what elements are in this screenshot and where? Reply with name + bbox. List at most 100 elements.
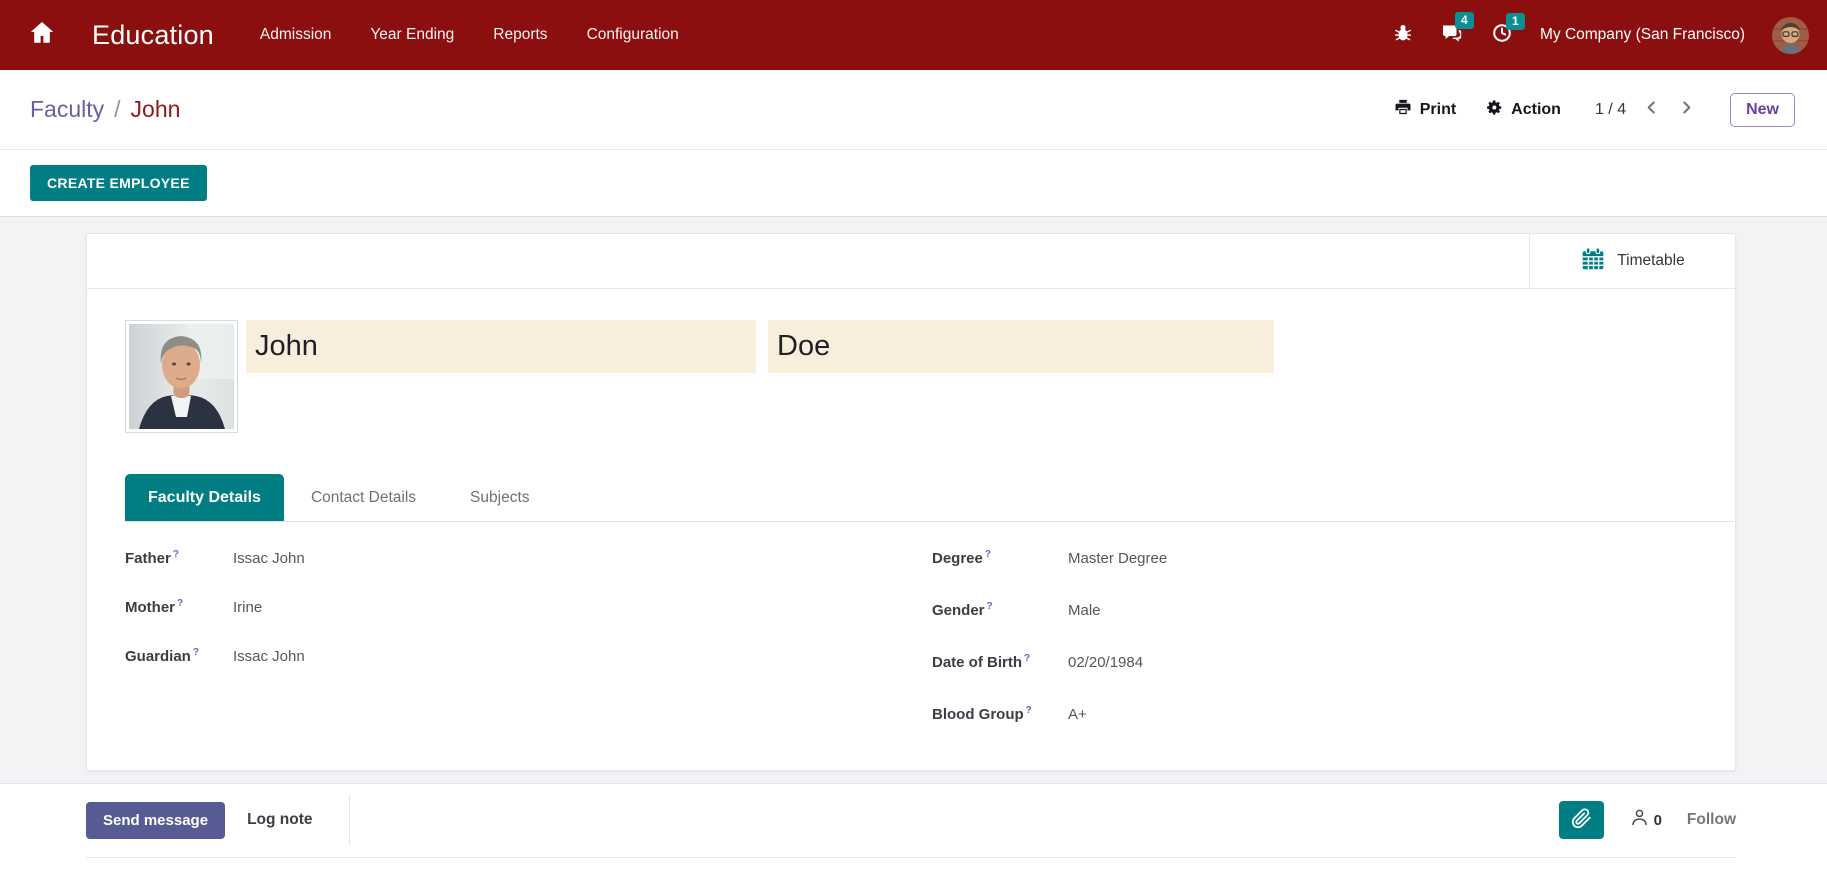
pager-previous-button[interactable] [1642, 98, 1661, 122]
tab-contact-details[interactable]: Contact Details [284, 474, 443, 521]
field-row-guardian: Guardian? Issac John [125, 647, 932, 666]
form-sheet: John Doe Faculty Details Contact Details… [87, 289, 1735, 757]
last-name-input[interactable]: Doe [768, 320, 1274, 373]
followers-person-icon [1629, 807, 1650, 833]
faculty-form-card: Timetable [86, 233, 1736, 771]
main-menu: Admission Year Ending Reports Configurat… [260, 26, 679, 44]
field-row-gender: Gender? Male [932, 601, 1167, 620]
help-icon: ? [173, 549, 179, 560]
chevron-right-icon [1679, 100, 1694, 120]
attach-files-button[interactable] [1559, 801, 1604, 839]
guardian-value[interactable]: Issac John [233, 648, 305, 665]
followers-button[interactable]: 0 [1629, 807, 1662, 833]
tab-subjects[interactable]: Subjects [443, 474, 556, 521]
debug-button[interactable] [1393, 23, 1413, 48]
chatter-toolbar: Send message Log note [86, 794, 1736, 858]
blood-group-value[interactable]: A+ [1068, 706, 1087, 723]
calendar-icon [1580, 246, 1606, 277]
degree-label: Degree? [932, 550, 991, 567]
activities-button[interactable]: 1 [1491, 22, 1513, 49]
breadcrumb-faculty-link[interactable]: Faculty [30, 96, 104, 123]
print-label: Print [1420, 101, 1456, 119]
app-name[interactable]: Education [92, 20, 214, 51]
degree-value[interactable]: Master Degree [1068, 550, 1167, 567]
messages-badge: 4 [1455, 12, 1474, 29]
home-icon [28, 19, 56, 52]
help-icon: ? [985, 549, 991, 560]
blood-group-label: Blood Group? [932, 706, 1032, 723]
help-icon: ? [193, 647, 199, 658]
menu-configuration[interactable]: Configuration [587, 26, 679, 44]
first-name-input[interactable]: John [246, 320, 756, 373]
menu-admission[interactable]: Admission [260, 26, 332, 44]
fields-left-column: Father? Issac John Mother? Irine Guardia… [125, 549, 932, 757]
followers-count: 0 [1654, 812, 1662, 829]
faculty-photo[interactable] [125, 320, 238, 433]
print-button[interactable]: Print [1394, 98, 1456, 121]
main-content: Timetable [0, 217, 1827, 783]
mother-value[interactable]: Irine [233, 599, 262, 616]
pager: 1 / 4 [1595, 98, 1696, 122]
chatter-compose-buttons: Send message Log note [86, 794, 350, 846]
activities-badge: 1 [1506, 13, 1525, 30]
timetable-label: Timetable [1617, 252, 1684, 270]
action-button[interactable]: Action [1486, 99, 1561, 121]
help-icon: ? [1026, 705, 1032, 716]
breadcrumb-current-record: John [131, 96, 181, 123]
timetable-button[interactable]: Timetable [1529, 234, 1735, 288]
field-row-degree: Degree? Master Degree [932, 549, 1167, 568]
date-of-birth-value[interactable]: 02/20/1984 [1068, 654, 1143, 671]
gender-label: Gender? [932, 602, 993, 619]
menu-reports[interactable]: Reports [493, 26, 547, 44]
breadcrumb: Faculty / John [30, 96, 180, 123]
father-label: Father? [125, 550, 179, 567]
print-icon [1394, 98, 1412, 121]
help-icon: ? [987, 601, 993, 612]
user-avatar[interactable] [1772, 17, 1809, 54]
log-note-button[interactable]: Log note [247, 811, 312, 829]
button-box: Timetable [87, 234, 1735, 289]
chatter-tools: 0 Follow [1559, 801, 1736, 839]
chevron-left-icon [1644, 100, 1659, 120]
field-row-date-of-birth: Date of Birth? 02/20/1984 [932, 653, 1167, 672]
breadcrumb-separator: / [114, 96, 120, 123]
messages-button[interactable]: 4 [1440, 21, 1464, 50]
guardian-label: Guardian? [125, 648, 199, 665]
systray: 4 1 My Company (San Francisco) [1393, 17, 1809, 54]
send-message-button[interactable]: Send message [86, 802, 225, 839]
mother-label: Mother? [125, 599, 183, 616]
name-section: John Doe [125, 320, 1735, 433]
pager-counter: 1 / 4 [1595, 101, 1626, 119]
home-menu-button[interactable] [18, 11, 66, 59]
control-panel: Faculty / John Print [0, 70, 1827, 150]
field-row-mother: Mother? Irine [125, 598, 932, 617]
top-navbar: Education Admission Year Ending Reports … [0, 0, 1827, 70]
field-row-father: Father? Issac John [125, 549, 932, 568]
notebook-tabs: Faculty Details Contact Details Subjects [125, 474, 1734, 522]
company-switcher[interactable]: My Company (San Francisco) [1540, 26, 1745, 44]
tab-faculty-details[interactable]: Faculty Details [125, 474, 284, 521]
bug-icon [1393, 23, 1413, 48]
chatter: Send message Log note [0, 783, 1827, 869]
gender-value[interactable]: Male [1068, 602, 1101, 619]
paperclip-icon [1571, 808, 1592, 832]
menu-year-ending[interactable]: Year Ending [370, 26, 454, 44]
field-row-blood-group: Blood Group? A+ [932, 705, 1167, 724]
fields-right-column: Degree? Master Degree Gender? Male Date … [932, 549, 1167, 757]
app-screen: Education Admission Year Ending Reports … [0, 0, 1827, 869]
follow-button[interactable]: Follow [1687, 811, 1736, 829]
control-panel-actions: Print Action 1 / 4 [1394, 93, 1795, 127]
form-statusbar: CREATE EMPLOYEE [0, 150, 1827, 217]
create-employee-button[interactable]: CREATE EMPLOYEE [30, 165, 207, 201]
name-fields: John Doe [246, 320, 1274, 433]
date-of-birth-label: Date of Birth? [932, 654, 1030, 671]
help-icon: ? [177, 598, 183, 609]
chatter-divider [349, 794, 350, 846]
gear-icon [1486, 99, 1503, 121]
help-icon: ? [1024, 653, 1030, 664]
pager-next-button[interactable] [1677, 98, 1696, 122]
father-value[interactable]: Issac John [233, 550, 305, 567]
new-record-button[interactable]: New [1730, 93, 1795, 127]
faculty-details-panel: Father? Issac John Mother? Irine Guardia… [125, 549, 1735, 757]
action-label: Action [1511, 101, 1561, 119]
